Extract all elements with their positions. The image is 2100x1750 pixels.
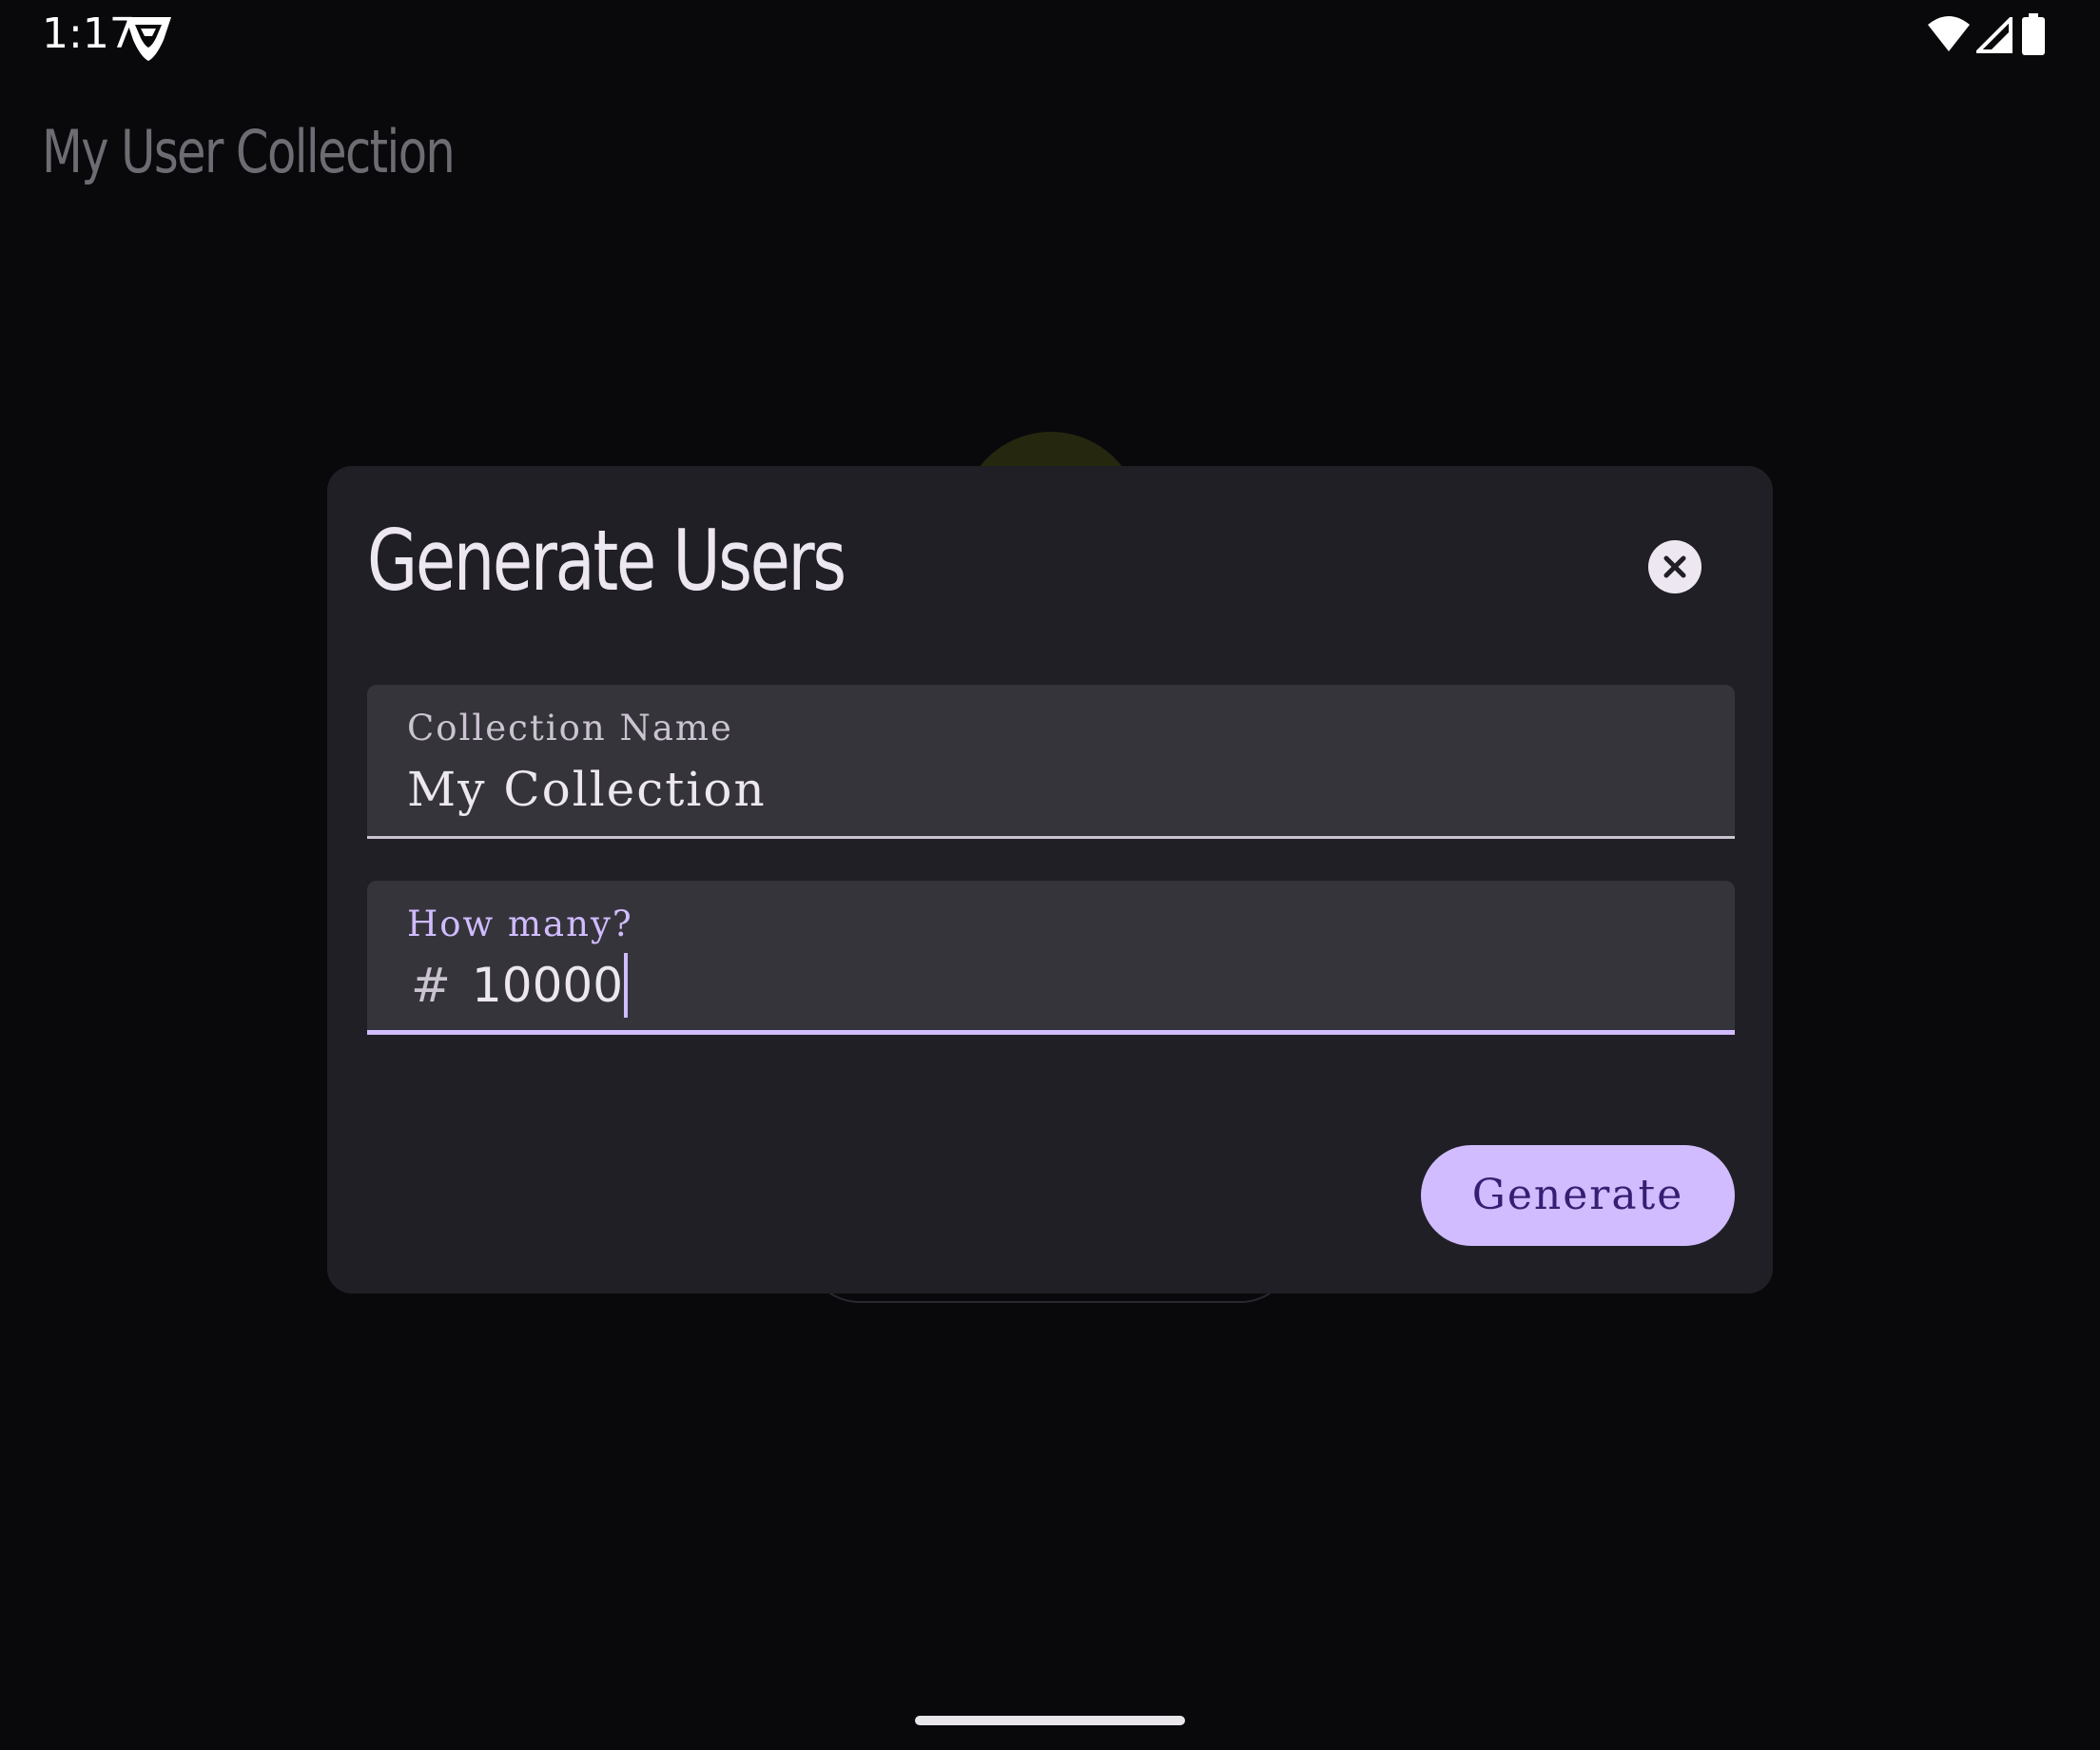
text-cursor [624, 953, 629, 1018]
collection-name-label: Collection Name [407, 708, 733, 749]
gesture-nav-handle[interactable] [915, 1716, 1185, 1725]
wifi-icon [1928, 16, 1970, 51]
hash-icon: # [411, 958, 451, 1013]
collection-name-field[interactable]: Collection Name My Collection [367, 685, 1735, 839]
status-bar: 1:17 [0, 0, 2100, 76]
user-count-field[interactable]: How many? # 10000 [367, 881, 1735, 1035]
app-title: My User Collection [42, 117, 456, 186]
user-count-value: 10000 [472, 958, 624, 1013]
close-button[interactable] [1648, 540, 1701, 593]
user-count-label: How many? [407, 904, 633, 944]
generate-users-dialog: Generate Users Collection Name My Collec… [327, 466, 1773, 1293]
battery-icon [2022, 13, 2045, 55]
dialog-title: Generate Users [367, 512, 846, 610]
generate-button[interactable]: Generate [1421, 1145, 1735, 1246]
cell-signal-icon [1976, 17, 2012, 53]
collection-name-input[interactable]: My Collection [407, 757, 767, 822]
shield-badge-icon [122, 11, 175, 65]
close-icon [1663, 555, 1686, 578]
user-count-input[interactable]: 10000 [472, 953, 629, 1018]
